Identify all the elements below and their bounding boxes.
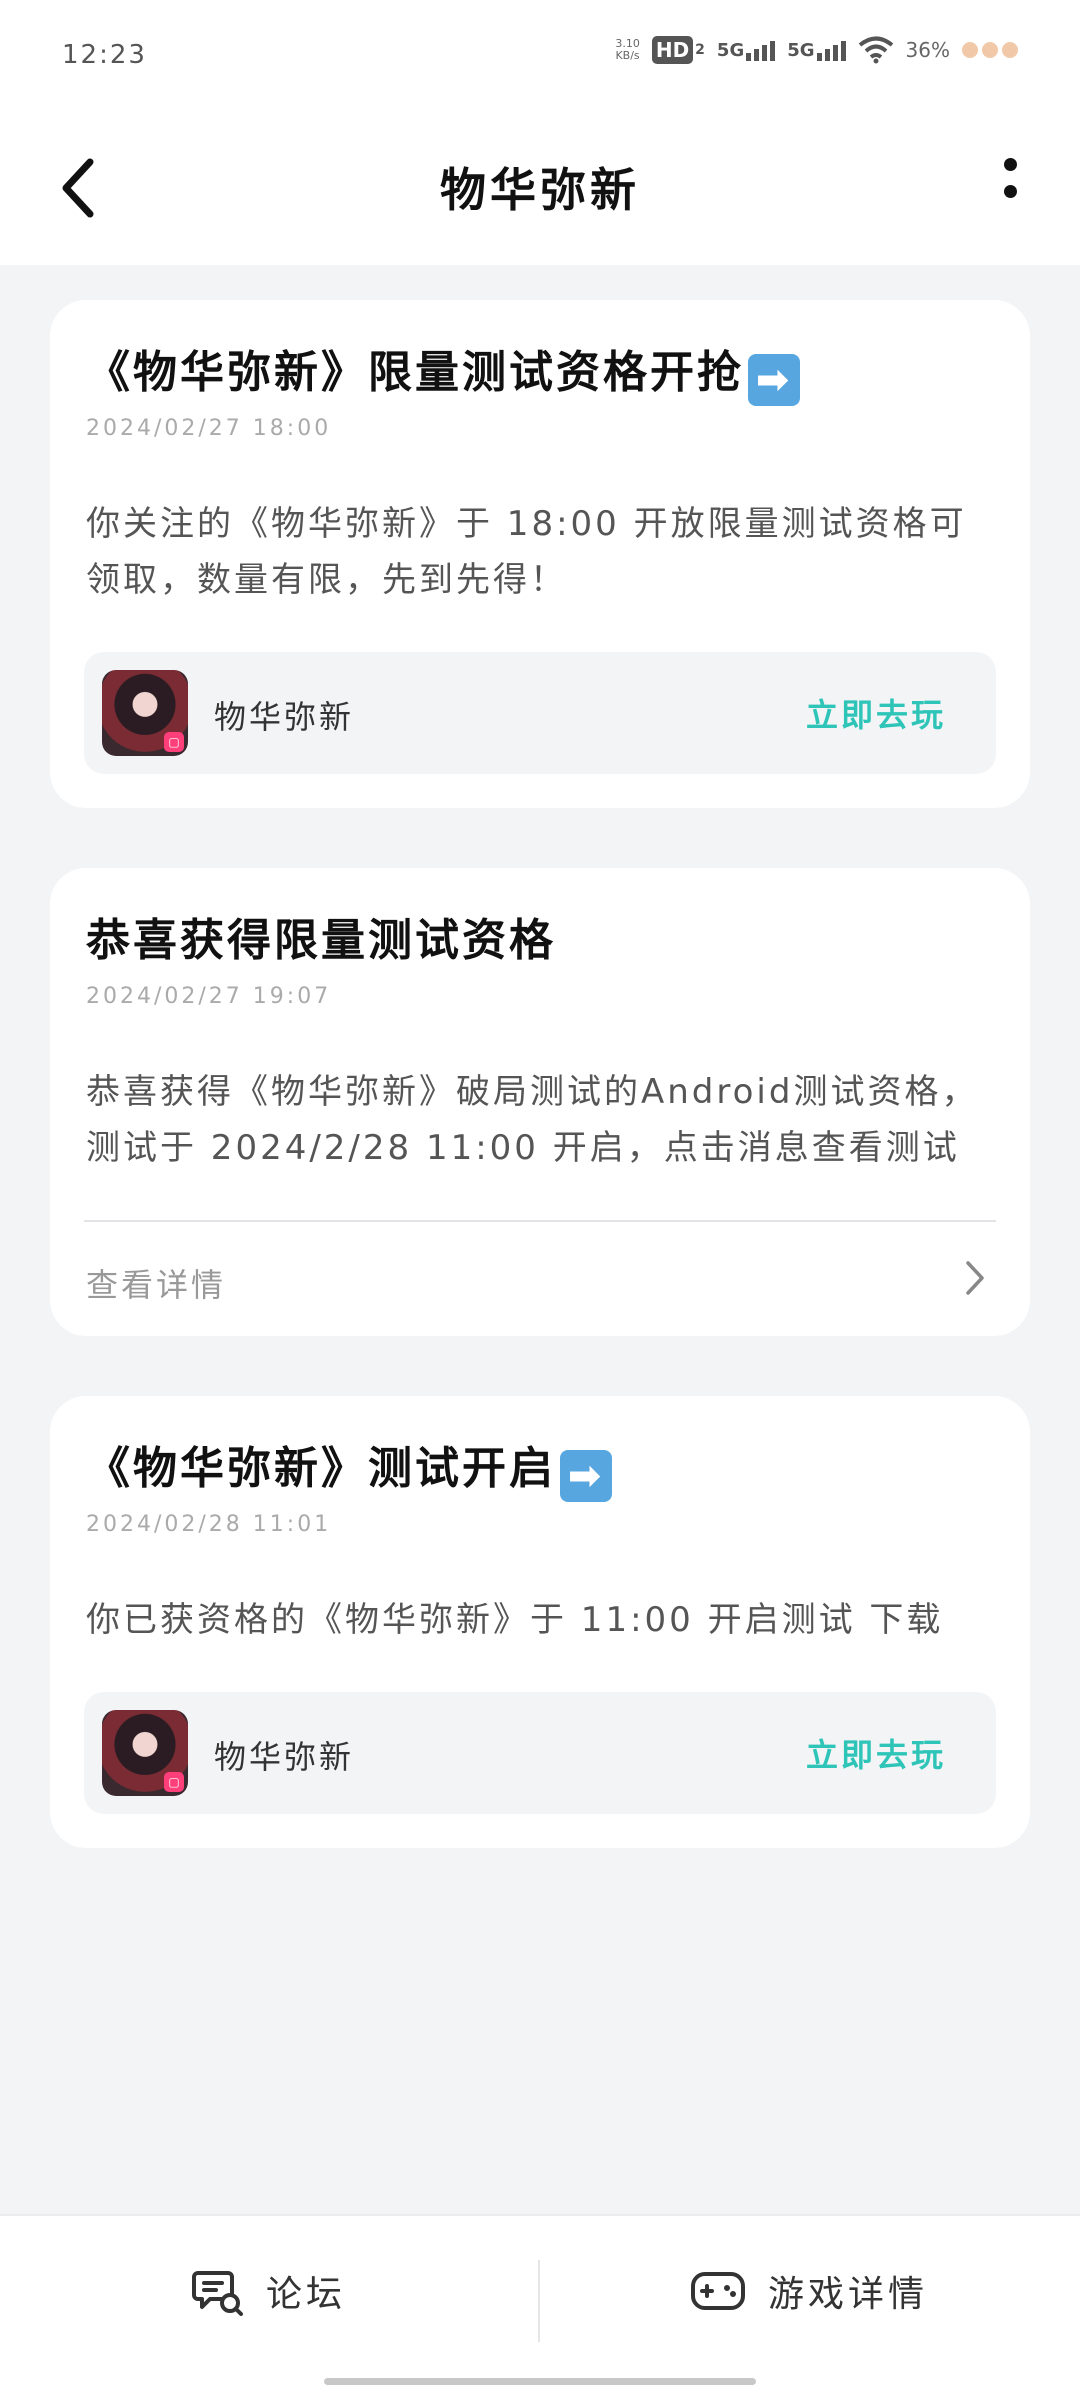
game-entry-row[interactable]: ▢ 物华弥新 立即去玩: [84, 1692, 996, 1814]
divider: [84, 1220, 996, 1222]
hd-voice-icon: HD 2: [651, 36, 705, 64]
notification-icons: [962, 42, 1018, 58]
signal-5g-icon-1: 5G: [716, 39, 776, 61]
hd-sub: 2: [695, 42, 705, 58]
hd-label: HD: [651, 36, 694, 64]
gamepad-icon: [690, 2272, 745, 2310]
message-title: 《物华弥新》限量测试资格开抢 ➡: [86, 336, 800, 406]
page-title: 物华弥新: [440, 163, 640, 217]
signal-bars-icon: [816, 39, 846, 61]
more-options-icon[interactable]: [990, 158, 1030, 218]
game-entry-row[interactable]: ▢ 物华弥新 立即去玩: [84, 652, 996, 774]
message-card[interactable]: 恭喜获得限量测试资格 2024/02/27 19:07 恭喜获得《物华弥新》破局…: [50, 868, 1030, 1336]
tab-forum[interactable]: 论坛: [0, 2216, 538, 2366]
play-now-button[interactable]: 立即去玩: [806, 1730, 946, 1776]
network-speed: 3.10 KB/s: [615, 38, 640, 62]
game-avatar: ▢: [102, 1710, 188, 1796]
message-title: 恭喜获得限量测试资格: [86, 915, 556, 966]
message-time: 2024/02/27 19:07: [86, 984, 332, 1009]
signal-bars-icon: [746, 39, 776, 61]
battery-level: 36%: [905, 38, 950, 62]
arrow-right-emoji-icon: ➡: [748, 354, 800, 406]
status-time: 12:23: [62, 40, 147, 70]
signal-5g-icon-2: 5G: [787, 39, 846, 61]
message-time: 2024/02/28 11:01: [86, 1512, 332, 1537]
play-now-button[interactable]: 立即去玩: [806, 690, 946, 736]
message-card: 《物华弥新》限量测试资格开抢 ➡ 2024/02/27 18:00 你关注的《物华…: [50, 300, 1030, 808]
signal-label-1: 5G: [716, 40, 745, 61]
app-header: 物华弥新: [0, 110, 1080, 265]
home-indicator[interactable]: [324, 2378, 756, 2385]
network-speed-unit: KB/s: [615, 49, 640, 62]
forum-chat-icon: [191, 2271, 243, 2316]
bottom-bar: 论坛 游戏详情: [0, 2214, 1080, 2390]
status-bar: 12:23 3.10 KB/s HD 2 5G 5G 36%: [0, 0, 1080, 110]
message-body: 恭喜获得《物华弥新》破局测试的Android测试资格，测试于 2024/2/28…: [86, 1072, 979, 1168]
wifi-icon: [858, 36, 893, 64]
message-card: 《物华弥新》测试开启 ➡ 2024/02/28 11:01 你已获资格的《物华弥新…: [50, 1396, 1030, 1848]
message-title: 《物华弥新》测试开启 ➡: [86, 1432, 612, 1502]
message-body: 你已获资格的《物华弥新》于 11:00 开启测试 下载: [86, 1600, 944, 1640]
message-body: 你关注的《物华弥新》于 18:00 开放限量测试资格可领取，数量有限，先到先得！: [86, 504, 967, 600]
message-title-text: 《物华弥新》限量测试资格开抢: [86, 347, 744, 398]
tab-game-detail[interactable]: 游戏详情: [540, 2216, 1078, 2366]
status-icons: 3.10 KB/s HD 2 5G 5G 36%: [615, 36, 1018, 64]
signal-label-2: 5G: [787, 40, 815, 61]
game-name: 物华弥新: [214, 1738, 355, 1776]
app-badge-icon: ▢: [164, 1772, 184, 1792]
chevron-right-icon[interactable]: [960, 1258, 990, 1298]
message-title-text: 《物华弥新》测试开启: [86, 1443, 556, 1494]
game-avatar: ▢: [102, 670, 188, 756]
app-badge-icon: ▢: [164, 732, 184, 752]
tab-game-detail-label: 游戏详情: [767, 2274, 928, 2315]
message-time: 2024/02/27 18:00: [86, 416, 332, 441]
game-name: 物华弥新: [214, 698, 355, 736]
view-details-link[interactable]: 查看详情: [86, 1260, 226, 1306]
tab-forum-label: 论坛: [265, 2274, 346, 2315]
arrow-right-emoji-icon: ➡: [560, 1450, 612, 1502]
